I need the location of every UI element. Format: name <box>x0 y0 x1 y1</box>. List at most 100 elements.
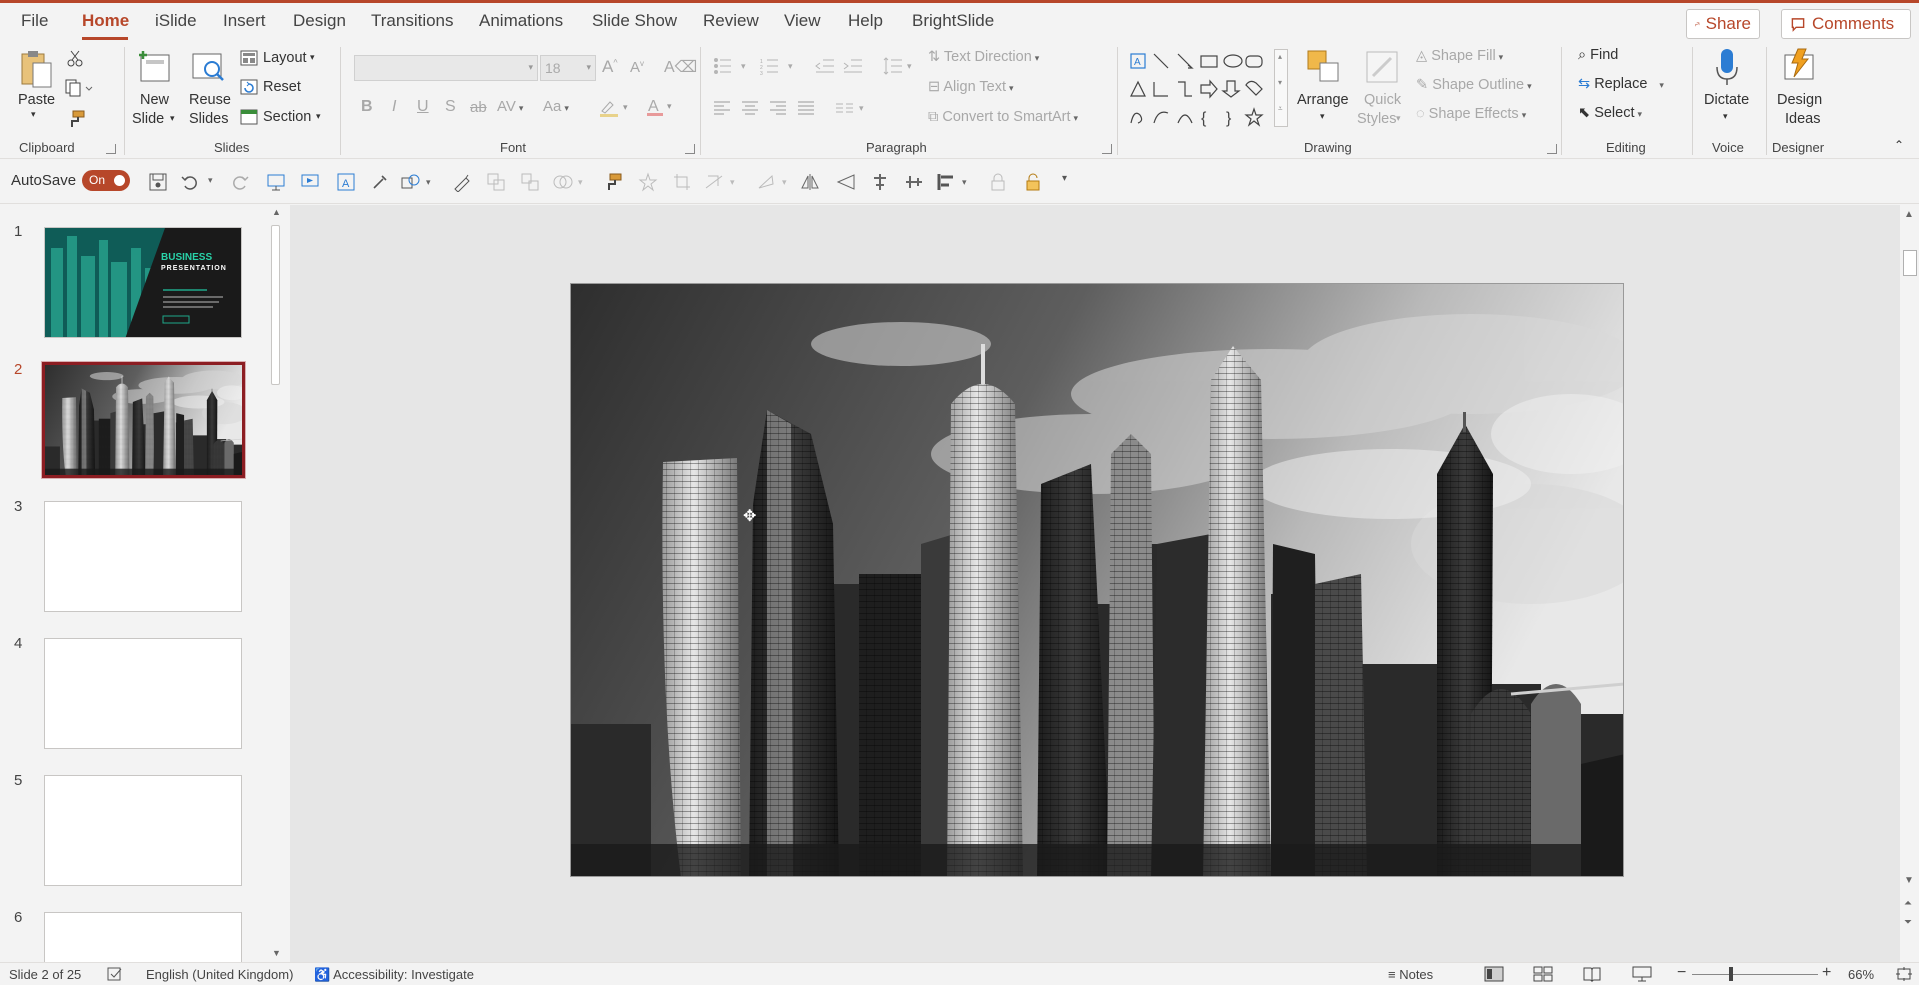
font-color-icon[interactable]: A ▾ <box>646 96 676 118</box>
eyedropper-icon[interactable] <box>370 172 390 192</box>
thumbnails-scroll-thumb[interactable] <box>271 225 280 385</box>
slide-editing-canvas[interactable]: ✥ <box>290 205 1900 962</box>
shape-outline-button[interactable]: ✎ Shape Outline ▾ <box>1416 77 1532 93</box>
cityscape-photo[interactable] <box>571 284 1624 877</box>
tab-transitions[interactable]: Transitions <box>371 11 454 31</box>
undo-dropdown-icon[interactable]: ▾ <box>208 175 213 186</box>
tab-animations[interactable]: Animations <box>479 11 563 31</box>
slideshow-icon[interactable] <box>1632 966 1652 982</box>
highlight-color-icon[interactable]: ▾ <box>599 98 633 118</box>
thumbnail-slide-3[interactable] <box>44 501 242 612</box>
strikethrough-icon[interactable]: ab <box>470 99 487 116</box>
zoom-in-icon[interactable]: + <box>1822 964 1831 982</box>
zoom-slider-thumb[interactable] <box>1729 967 1733 981</box>
decrease-indent-icon[interactable] <box>815 57 835 75</box>
flip-vertical-icon[interactable] <box>836 172 856 192</box>
character-spacing-icon[interactable]: AV ▾ <box>497 98 523 115</box>
thumbnail-slide-4[interactable] <box>44 638 242 749</box>
align-left-objects-icon[interactable]: ▾ <box>936 172 972 192</box>
redo-icon[interactable] <box>230 172 250 192</box>
align-text-button[interactable]: ⊟ Align Text ▾ <box>928 79 1014 95</box>
shapes-icon[interactable]: ▾ <box>400 172 436 192</box>
merge-shapes-icon[interactable]: ▾ <box>552 172 588 192</box>
zoom-level[interactable]: 66% <box>1848 967 1874 982</box>
copy-icon[interactable] <box>64 79 94 97</box>
canvas-scroll-thumb[interactable] <box>1903 250 1917 276</box>
previous-slide-icon[interactable]: ⏶ <box>1904 898 1912 909</box>
clear-formatting-icon[interactable]: A⌫ <box>664 57 697 77</box>
autosave-toggle[interactable]: On <box>82 170 130 191</box>
rotate-icon[interactable]: ▾ <box>756 172 792 192</box>
columns-icon[interactable]: ▾ <box>835 99 871 117</box>
format-painter-icon[interactable] <box>603 172 623 192</box>
increase-indent-icon[interactable] <box>843 57 863 75</box>
scroll-up-icon[interactable]: ▲ <box>1904 209 1914 220</box>
tab-home[interactable]: Home <box>82 11 129 31</box>
underline-icon[interactable]: U <box>417 98 429 116</box>
thumbnails-scrollbar[interactable]: ▲ ▼ <box>268 205 284 962</box>
group-icon[interactable] <box>486 172 506 192</box>
normal-view-icon[interactable] <box>1484 966 1504 982</box>
paragraph-launcher-icon[interactable] <box>1102 144 1112 154</box>
tab-view[interactable]: View <box>784 11 821 31</box>
shapes-gallery-scroll[interactable]: ▴ ▾ ⩡ <box>1274 49 1288 127</box>
convert-smartart-button[interactable]: ⧉ Convert to SmartArt ▾ <box>928 109 1078 125</box>
decrease-font-size-icon[interactable]: Av <box>630 59 644 76</box>
shapes-gallery-icon[interactable]: A {} <box>1128 51 1276 127</box>
tab-design[interactable]: Design <box>293 11 346 31</box>
unlock-icon[interactable] <box>1023 172 1043 192</box>
notes-button[interactable]: ≡ Notes <box>1388 967 1433 982</box>
canvas-vertical-scrollbar[interactable]: ▲ ▼ ⏶ ⏷ <box>1900 205 1919 962</box>
zoom-out-icon[interactable]: − <box>1677 964 1686 982</box>
undo-icon[interactable] <box>180 172 200 192</box>
fit-to-window-icon[interactable] <box>1895 966 1913 982</box>
font-size-combo[interactable]: 18 ▾ <box>540 55 596 81</box>
reading-view-icon[interactable] <box>1582 966 1602 982</box>
tab-islide[interactable]: iSlide <box>155 11 197 31</box>
tab-help[interactable]: Help <box>848 11 883 31</box>
thumbnail-slide-2[interactable] <box>41 361 246 479</box>
comments-button[interactable]: Comments <box>1781 9 1911 39</box>
scroll-down-icon[interactable]: ▼ <box>272 948 281 958</box>
increase-font-size-icon[interactable]: A^ <box>602 57 618 77</box>
customize-qat-icon[interactable]: ▾ <box>1062 173 1067 184</box>
shape-fill-button[interactable]: ◬ Shape Fill ▾ <box>1416 48 1503 64</box>
slide-sorter-icon[interactable] <box>1533 966 1553 982</box>
replace-button[interactable]: ⇆ Replace ▾ <box>1578 76 1664 92</box>
accessibility-button[interactable]: ♿ Accessibility: Investigate <box>314 967 474 983</box>
line-spacing-icon[interactable]: ▾ <box>882 56 916 76</box>
font-launcher-icon[interactable] <box>685 144 695 154</box>
find-button[interactable]: ⌕ Find <box>1578 47 1618 63</box>
distribute-icon[interactable] <box>904 172 924 192</box>
drawing-launcher-icon[interactable] <box>1547 144 1557 154</box>
paste-dropdown-icon[interactable]: ▾ <box>31 109 36 120</box>
font-name-combo[interactable]: ▾ <box>354 55 538 81</box>
spelling-check-icon[interactable] <box>106 966 124 982</box>
text-shadow-icon[interactable]: S <box>445 98 456 116</box>
bold-icon[interactable]: B <box>361 98 373 116</box>
current-slide[interactable]: ✥ <box>570 283 1624 877</box>
tab-brightslide[interactable]: BrightSlide <box>912 11 994 31</box>
language-indicator[interactable]: English (United Kingdom) <box>146 967 293 982</box>
from-beginning-icon[interactable] <box>266 172 286 192</box>
scroll-down-icon[interactable]: ▼ <box>1904 875 1914 886</box>
flip-horizontal-icon[interactable] <box>800 172 820 192</box>
save-icon[interactable] <box>148 172 168 192</box>
text-box-icon[interactable]: A <box>336 172 356 192</box>
text-direction-button[interactable]: ⇅ Text Direction ▾ <box>928 49 1039 65</box>
crop-icon[interactable] <box>672 172 692 192</box>
tab-file[interactable]: File <box>21 11 48 31</box>
next-slide-icon[interactable]: ⏷ <box>1904 917 1912 928</box>
align-center-icon[interactable] <box>870 172 890 192</box>
format-painter-icon[interactable] <box>66 109 86 129</box>
tab-review[interactable]: Review <box>703 11 759 31</box>
tab-insert[interactable]: Insert <box>223 11 266 31</box>
thumbnail-slide-1[interactable]: BUSINESS PRESENTATION <box>44 227 242 338</box>
clipboard-launcher-icon[interactable] <box>106 144 116 154</box>
effects-icon[interactable] <box>638 172 658 192</box>
share-button[interactable]: Share <box>1686 9 1760 39</box>
ungroup-icon[interactable] <box>520 172 540 192</box>
scroll-up-icon[interactable]: ▲ <box>272 207 281 217</box>
thumbnail-slide-6[interactable] <box>44 912 242 962</box>
lock-icon[interactable] <box>988 172 1008 192</box>
